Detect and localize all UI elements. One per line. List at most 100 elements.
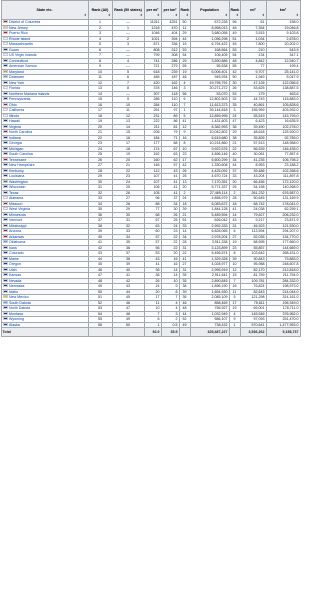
col-header-area-km2[interactable]: km² ⬍ <box>265 0 301 20</box>
state-link[interactable]: US Virgin Islands <box>9 53 37 57</box>
state-link[interactable]: Nevada <box>9 279 21 283</box>
state-link[interactable]: Wisconsin <box>9 185 25 189</box>
flag-icon <box>2 223 8 227</box>
col-header-pop-rank[interactable]: Rank ⬍ <box>178 0 191 20</box>
state-link[interactable]: Florida <box>9 86 20 90</box>
state-link[interactable]: South Dakota <box>9 301 31 305</box>
state-link[interactable]: Northern Mariana Islands <box>9 92 49 96</box>
sort-icon[interactable]: ⬍ <box>225 13 228 18</box>
state-link[interactable]: Colorado <box>9 251 24 255</box>
state-link[interactable]: Alaska <box>9 323 20 327</box>
state-link[interactable]: Illinois <box>9 114 19 118</box>
state-link[interactable]: Pennsylvania <box>9 97 30 101</box>
flag-icon <box>2 240 8 244</box>
flag-icon <box>2 306 8 310</box>
flag-icon <box>2 69 8 73</box>
flag-icon <box>2 75 8 79</box>
state-link[interactable]: Wyoming <box>9 317 24 321</box>
state-link[interactable]: American Samoa <box>9 64 37 68</box>
col-header-state[interactable]: State etc. ⬍ <box>0 0 89 20</box>
sort-icon[interactable]: ⬍ <box>140 13 143 18</box>
total-area-mi2: 3,536,262 <box>239 327 267 337</box>
state-link[interactable]: Ohio <box>9 103 17 107</box>
state-link[interactable]: Hawaii <box>9 119 20 123</box>
state-link[interactable]: Idaho <box>9 290 18 294</box>
state-link[interactable]: Montana <box>9 312 23 316</box>
state-link[interactable]: Nebraska <box>9 284 24 288</box>
state-link[interactable]: New Mexico <box>9 295 29 299</box>
sort-icon[interactable]: ⬍ <box>262 13 265 18</box>
flag-icon <box>2 58 8 62</box>
state-link[interactable]: Kentucky <box>9 169 24 173</box>
state-link[interactable]: South Carolina <box>9 152 33 156</box>
state-link[interactable]: Michigan <box>9 147 23 151</box>
state-link[interactable]: Vermont <box>9 218 22 222</box>
state-link[interactable]: Iowa <box>9 246 17 250</box>
state-link[interactable]: Maine <box>9 257 19 261</box>
col-header-rank-all[interactable]: Rank (All) ⬍ <box>87 0 113 20</box>
state-link[interactable]: Indiana <box>9 136 21 140</box>
flag-icon <box>2 278 8 282</box>
flag-icon <box>2 179 8 183</box>
state-link[interactable]: New Jersey <box>9 26 28 30</box>
flag-icon <box>2 207 8 211</box>
state-link[interactable]: Massachusetts <box>9 42 33 46</box>
state-link[interactable]: Minnesota <box>9 213 26 217</box>
state-link[interactable]: Arizona <box>9 229 21 233</box>
flag-icon <box>2 201 8 205</box>
state-link[interactable]: California <box>9 108 24 112</box>
flag-icon <box>2 190 8 194</box>
state-link[interactable]: Puerto Rico <box>9 31 28 35</box>
state-link[interactable]: Missouri <box>9 202 22 206</box>
state-link[interactable]: Guam <box>9 48 19 52</box>
state-link[interactable]: North Carolina <box>9 130 32 134</box>
state-link[interactable]: Delaware <box>9 75 24 79</box>
state-link[interactable]: Connecticut <box>9 59 28 63</box>
state-link[interactable]: Texas <box>9 191 18 195</box>
state-link[interactable]: Arkansas <box>9 235 24 239</box>
state-link[interactable]: Mississippi <box>9 224 26 228</box>
state-link[interactable]: West Virginia <box>9 207 30 211</box>
state-link[interactable]: Utah <box>9 268 17 272</box>
flag-icon <box>2 80 8 84</box>
col-header-rank-50[interactable]: Rank (50 states) ⬍ <box>111 0 145 20</box>
state-link[interactable]: Georgia <box>9 141 22 145</box>
state-link[interactable]: New Hampshire <box>9 163 35 167</box>
sort-icon[interactable]: ⬍ <box>157 13 160 18</box>
sort-icon[interactable]: ⬍ <box>236 13 239 18</box>
state-link[interactable]: North Dakota <box>9 306 30 310</box>
state-link[interactable]: Maryland <box>9 70 24 74</box>
state-link[interactable]: Oklahoma <box>9 240 25 244</box>
state-link[interactable]: Louisiana <box>9 174 24 178</box>
state-link[interactable]: Oregon <box>9 262 21 266</box>
col-header-area-mi2[interactable]: mi² ⬍ <box>239 0 267 20</box>
state-link[interactable]: Kansas <box>9 273 21 277</box>
flag-icon <box>2 311 8 315</box>
flag-icon <box>2 86 8 90</box>
flag-icon <box>2 256 8 260</box>
col-header-population[interactable]: Population ⬍ <box>189 0 230 20</box>
sort-icon[interactable]: ⬍ <box>296 13 299 18</box>
flag-icon <box>2 262 8 266</box>
flag-icon <box>2 289 8 293</box>
state-link[interactable]: Virginia <box>9 125 21 129</box>
sort-icon[interactable]: ⬍ <box>84 13 87 18</box>
state-link[interactable]: District of Columbia <box>9 20 40 24</box>
flag-icon <box>2 53 8 57</box>
col-header-per-mi2[interactable]: per mi² ⬍ <box>143 0 162 20</box>
col-header-area-rank[interactable]: Rank ⬍ <box>228 0 241 20</box>
flag-icon <box>2 135 8 139</box>
col-header-per-km2[interactable]: per km² ⬍ <box>160 0 180 20</box>
flag-icon <box>2 245 8 249</box>
state-link[interactable]: Washington <box>9 180 28 184</box>
state-link[interactable]: New York <box>9 81 24 85</box>
sort-icon[interactable]: ⬍ <box>186 13 189 18</box>
sort-icon[interactable]: ⬍ <box>175 13 178 18</box>
flag-icon <box>2 64 8 68</box>
flag-icon <box>2 97 8 101</box>
state-link[interactable]: Rhode Island <box>9 37 30 41</box>
sort-icon[interactable]: ⬍ <box>108 13 111 18</box>
flag-icon <box>2 273 8 277</box>
state-link[interactable]: Alabama <box>9 196 23 200</box>
state-link[interactable]: Tennessee <box>9 158 26 162</box>
